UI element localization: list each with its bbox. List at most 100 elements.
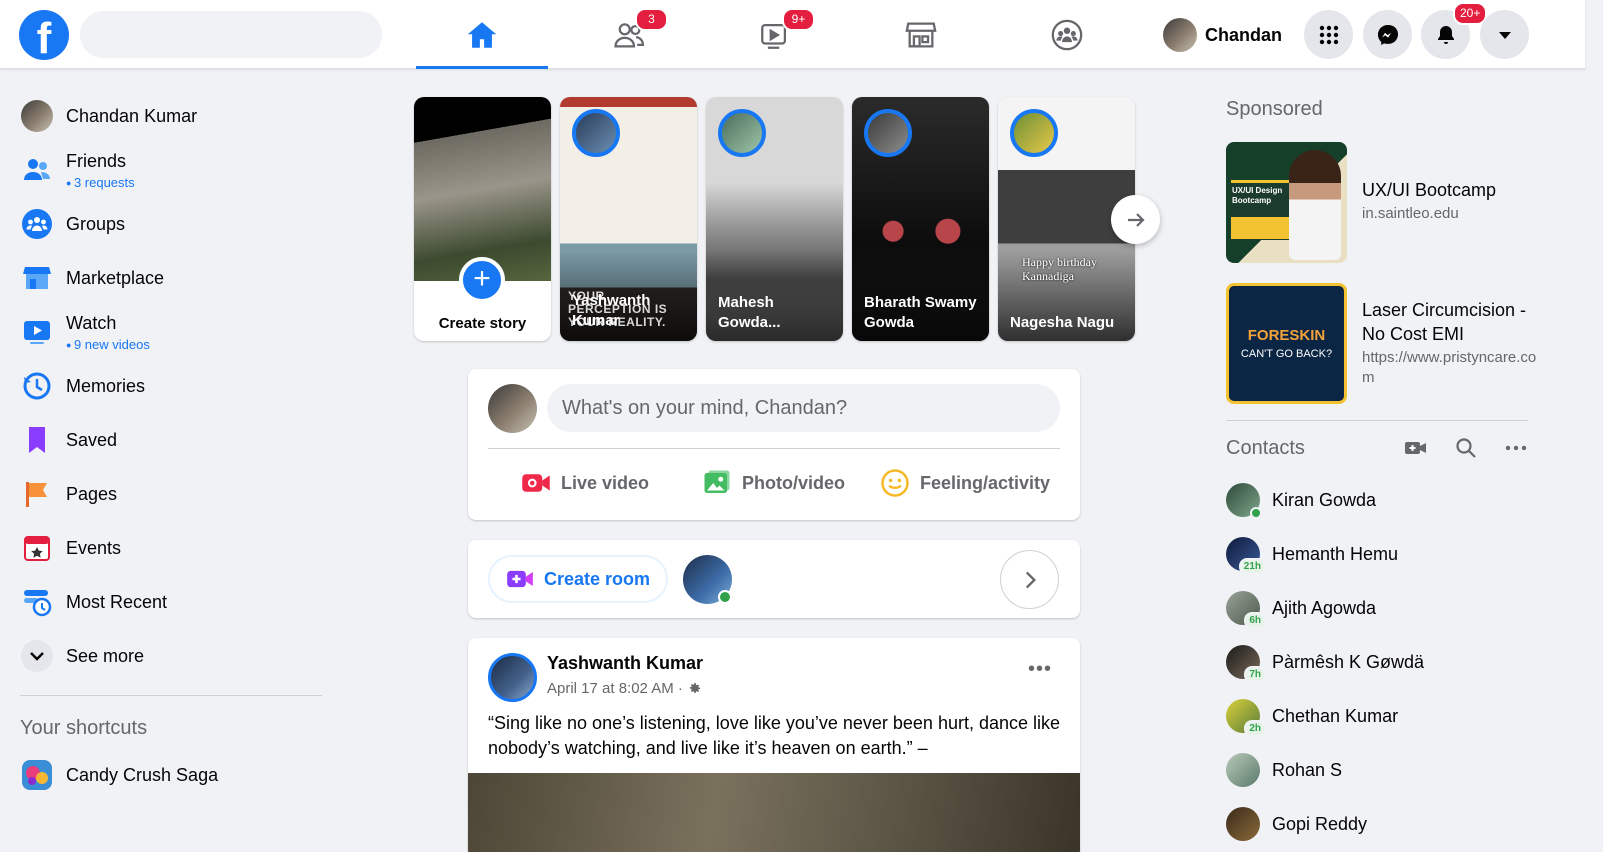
last-active-badge: 21h [1238, 558, 1266, 575]
create-room-button[interactable]: Create room [488, 555, 669, 603]
live-video-icon [522, 474, 550, 492]
ad-thumbnail-text: CAN'T GO BACK? [1240, 348, 1333, 360]
photo-video-button[interactable]: Photo/video [702, 467, 845, 499]
friends-icon [20, 153, 54, 187]
grid-menu-icon [1319, 25, 1338, 44]
sidebar-divider [20, 695, 322, 696]
arrow-right-icon [1127, 212, 1145, 227]
sidebar-item-label: See more [66, 645, 145, 666]
contact-item[interactable]: 2h Chethan Kumar [1226, 689, 1546, 743]
feed-post: Yashwanth Kumar April 17 at 8:02 AM · ••… [468, 638, 1080, 852]
new-videos-count: 9 new videos [66, 337, 150, 352]
last-active-badge: 7h [1244, 666, 1266, 683]
contacts-heading: Contacts [1226, 437, 1305, 459]
sidebar-item-marketplace[interactable]: Marketplace [8, 251, 328, 305]
friend-requests-count: 3 requests [66, 175, 135, 190]
search-icon[interactable] [1454, 436, 1478, 460]
ad-url: in.saintleo.edu [1362, 205, 1459, 222]
facebook-logo[interactable]: f [19, 10, 69, 60]
ad-thumbnail: UX/UI Design Bootcamp [1226, 142, 1347, 263]
candy-crush-icon [20, 758, 54, 792]
home-icon [467, 21, 497, 48]
search-input[interactable] [80, 11, 382, 58]
top-navigation-bar: f 3 9+ Chandan 20+ [0, 0, 1585, 69]
contact-item[interactable]: 7h Pàrmêsh K Gøwdä [1226, 635, 1546, 689]
tab-groups[interactable] [1001, 0, 1133, 69]
bell-icon [1437, 25, 1454, 44]
marketplace-icon [905, 22, 937, 47]
story-name: Bharath Swamy Gowda [864, 294, 977, 331]
tab-watch[interactable]: 9+ [709, 0, 841, 69]
account-button[interactable] [1480, 10, 1529, 59]
avatar [1226, 807, 1260, 841]
feeling-activity-button[interactable]: Feeling/activity [880, 467, 1050, 499]
sidebar-item-saved[interactable]: Saved [8, 413, 328, 467]
sidebar-item-memories[interactable]: Memories [8, 359, 328, 413]
contact-item[interactable]: Rohan S [1226, 743, 1546, 797]
story-name: Mahesh Gowda... [718, 294, 781, 331]
tab-home[interactable] [416, 0, 548, 69]
story-card[interactable]: YOUR PERCEPTION IS YOUR REALITY. Yashwan… [560, 97, 697, 341]
last-active-badge: 2h [1244, 720, 1266, 737]
more-options-icon[interactable] [1504, 436, 1528, 460]
story-card[interactable]: Bharath Swamy Gowda [852, 97, 989, 341]
contact-avatar [1226, 807, 1260, 841]
online-indicator [1250, 507, 1262, 519]
menu-button[interactable] [1304, 10, 1353, 59]
messenger-button[interactable] [1363, 10, 1412, 59]
post-timestamp[interactable]: April 17 at 8:02 AM · [547, 680, 683, 697]
sidebar-item-watch[interactable]: Watch 9 new videos [8, 305, 328, 359]
last-active-badge: 6h [1244, 612, 1266, 629]
plus-icon: + [459, 257, 505, 303]
sidebar-item-friends[interactable]: Friends 3 requests [8, 143, 328, 197]
sidebar-item-events[interactable]: Events [8, 521, 328, 575]
rooms-next-button[interactable] [1000, 550, 1059, 609]
contact-name: Pàrmêsh K Gøwdä [1272, 651, 1425, 672]
smiley-icon [881, 469, 909, 497]
feeling-activity-label: Feeling/activity [920, 472, 1051, 493]
live-video-button[interactable]: Live video [521, 467, 649, 499]
post-author-avatar[interactable] [488, 653, 537, 702]
tab-friends[interactable]: 3 [563, 0, 695, 69]
sidebar-item-profile[interactable]: Chandan Kumar [8, 89, 328, 143]
post-composer: What's on your mind, Chandan? Live video… [468, 369, 1080, 520]
tab-marketplace[interactable] [855, 0, 987, 69]
post-photo[interactable] [468, 773, 1080, 852]
ad-item[interactable]: FORESKIN CAN'T GO BACK? Laser Circumcisi… [1226, 283, 1546, 404]
stories-next-button[interactable] [1111, 195, 1160, 244]
sidebar-item-groups[interactable]: Groups [8, 197, 328, 251]
live-video-label: Live video [561, 472, 650, 493]
ad-thumb-person [1289, 150, 1341, 260]
new-room-icon[interactable] [1404, 436, 1428, 460]
sidebar-item-pages[interactable]: Pages [8, 467, 328, 521]
profile-chip[interactable]: Chandan [1163, 16, 1290, 54]
notifications-button[interactable]: 20+ [1421, 2, 1488, 59]
chevron-down-icon [20, 639, 54, 673]
shortcut-candy-crush[interactable]: Candy Crush Saga [8, 748, 328, 802]
gear-icon [689, 682, 701, 693]
contacts-tools [1404, 436, 1546, 460]
contact-item[interactable]: Gopi Reddy [1226, 797, 1546, 851]
post-more-icon[interactable]: ••• [1028, 659, 1052, 679]
watch-icon [20, 315, 54, 349]
ad-item[interactable]: UX/UI Design Bootcamp UX/UI Bootcamp in.… [1226, 142, 1546, 263]
room-contact-avatar[interactable] [683, 555, 732, 604]
left-sidebar: Chandan Kumar Friends 3 requests Groups … [8, 89, 328, 802]
create-story-card[interactable]: + Create story [414, 97, 551, 341]
contact-item[interactable]: 6h Ajith Agowda [1226, 581, 1546, 635]
whats-on-your-mind-input[interactable]: What's on your mind, Chandan? [547, 384, 1060, 432]
story-name: Nagesha Nagu [1010, 314, 1115, 331]
contact-name: Chethan Kumar [1272, 705, 1399, 726]
contact-item[interactable]: 21h Hemanth Hemu [1226, 527, 1546, 581]
profile-avatar-icon [20, 99, 54, 133]
contact-name: Ajith Agowda [1272, 597, 1377, 618]
contact-item[interactable]: Kiran Gowda [1226, 473, 1546, 527]
shortcuts-heading: Your shortcuts [20, 717, 148, 739]
story-card[interactable]: Mahesh Gowda... [706, 97, 843, 341]
right-sidebar: Sponsored UX/UI Design Bootcamp UX/UI Bo… [1226, 90, 1546, 851]
see-more-button[interactable]: See more [8, 629, 328, 683]
composer-divider [488, 448, 1060, 449]
sidebar-item-most-recent[interactable]: Most Recent [8, 575, 328, 629]
post-author-name[interactable]: Yashwanth Kumar [547, 653, 703, 674]
composer-avatar[interactable] [488, 384, 537, 433]
